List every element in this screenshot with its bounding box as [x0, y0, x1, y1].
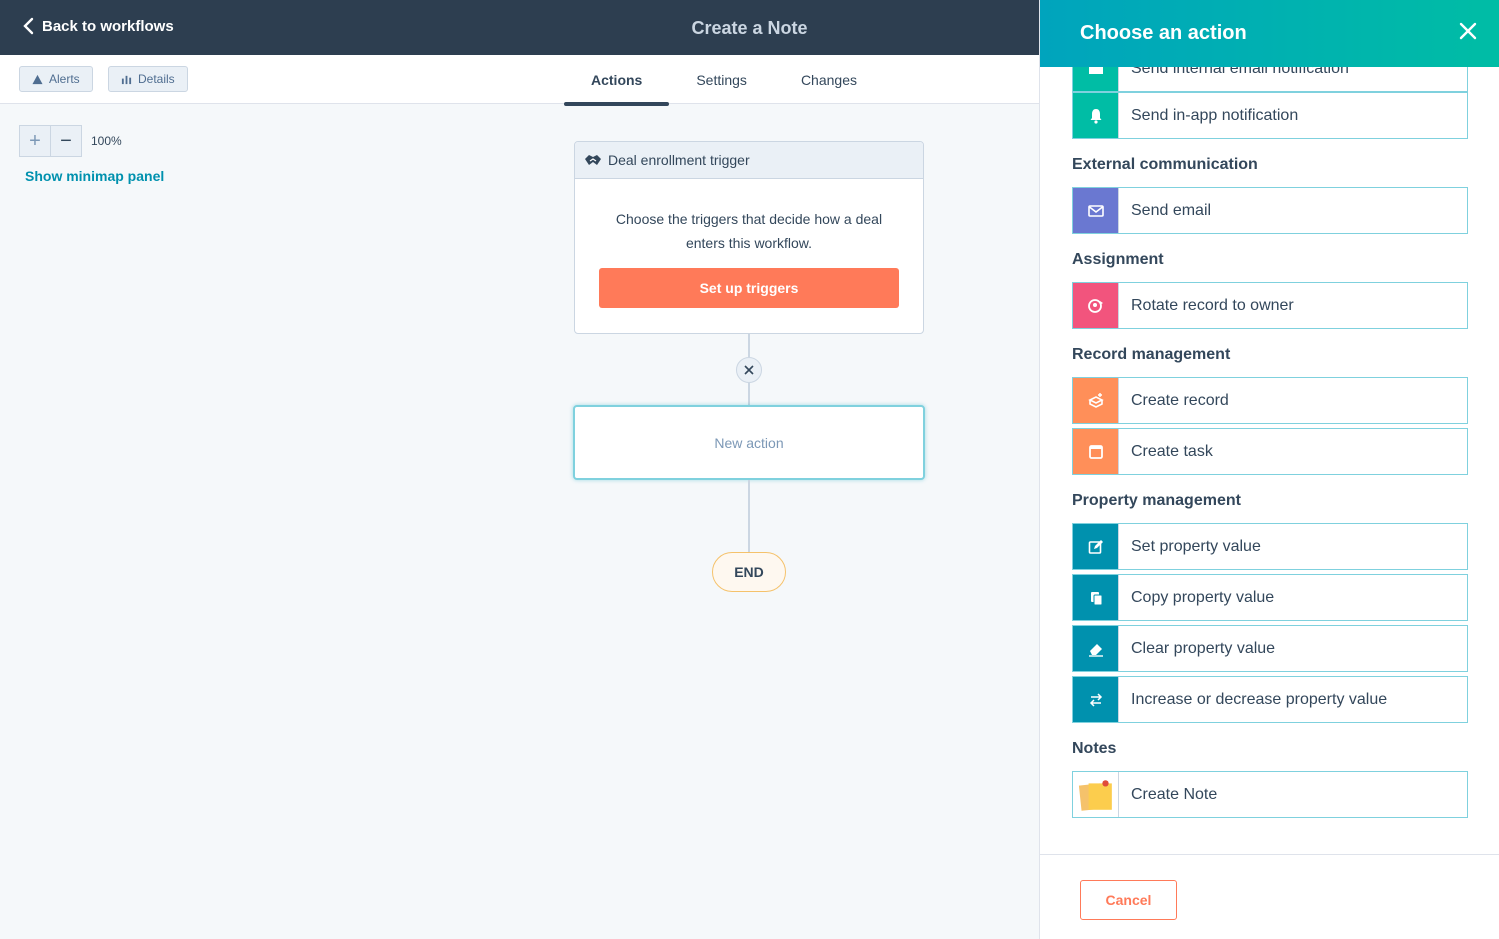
tab-settings[interactable]: Settings: [669, 55, 774, 104]
section-external-communication: External communication: [1072, 156, 1258, 173]
copy-icon: [1073, 575, 1118, 620]
action-label: Create task: [1118, 429, 1467, 474]
trigger-title: Deal enrollment trigger: [608, 152, 750, 168]
action-label: Send internal email notification: [1118, 67, 1467, 91]
sticky-note-icon: [1073, 772, 1118, 817]
action-clear-property-value[interactable]: Clear property value: [1072, 625, 1468, 672]
panel-title: Choose an action: [1080, 22, 1247, 44]
section-assignment: Assignment: [1072, 251, 1164, 268]
action-set-property-value[interactable]: Set property value: [1072, 523, 1468, 570]
action-label: Rotate record to owner: [1118, 283, 1467, 328]
section-property-management: Property management: [1072, 492, 1241, 509]
end-node: END: [712, 552, 786, 592]
action-send-in-app-notification[interactable]: Send in-app notification: [1072, 92, 1468, 139]
connector-line: [748, 383, 750, 405]
zoom-level: 100%: [91, 134, 122, 148]
handshake-icon: [585, 155, 601, 165]
section-record-management: Record management: [1072, 346, 1231, 363]
zoom-out-button[interactable]: −: [50, 125, 82, 157]
action-label: Send email: [1118, 188, 1467, 233]
zoom-in-button[interactable]: +: [19, 125, 51, 157]
create-record-icon: [1073, 378, 1118, 423]
task-icon: [1073, 429, 1118, 474]
action-label: Create record: [1118, 378, 1467, 423]
zoom-controls: + − 100%: [19, 125, 122, 157]
action-send-email[interactable]: Send email: [1072, 187, 1468, 234]
action-create-record[interactable]: Create record: [1072, 377, 1468, 424]
action-label: Send in-app notification: [1118, 93, 1467, 138]
close-icon: [744, 365, 754, 375]
enrollment-trigger-card[interactable]: Deal enrollment trigger Choose the trigg…: [574, 141, 924, 334]
action-send-internal-email[interactable]: Send internal email notification: [1072, 67, 1468, 92]
action-rotate-record-to-owner[interactable]: Rotate record to owner: [1072, 282, 1468, 329]
edit-icon: [1073, 524, 1118, 569]
trigger-description: Choose the triggers that decide how a de…: [615, 211, 883, 251]
tab-bar: Actions Settings Changes: [564, 55, 884, 106]
action-list: Send internal email notification Send in…: [1040, 67, 1499, 854]
choose-action-panel: Choose an action Send internal email not…: [1039, 0, 1499, 939]
action-label: Clear property value: [1118, 626, 1467, 671]
tab-actions[interactable]: Actions: [564, 55, 670, 106]
action-create-note[interactable]: Create Note: [1072, 771, 1468, 818]
panel-footer: Cancel: [1040, 854, 1499, 939]
connector-line: [748, 480, 750, 552]
action-label: Copy property value: [1118, 575, 1467, 620]
cancel-button[interactable]: Cancel: [1080, 880, 1177, 920]
tab-changes[interactable]: Changes: [774, 55, 884, 104]
internal-email-icon: [1073, 67, 1118, 91]
rotate-owner-icon: [1073, 283, 1118, 328]
details-button[interactable]: Details: [108, 66, 188, 92]
panel-header: Choose an action: [1040, 0, 1499, 67]
alerts-label: Alerts: [49, 72, 80, 86]
swap-arrows-icon: [1073, 677, 1118, 722]
action-label: Increase or decrease property value: [1118, 677, 1467, 722]
bar-chart-icon: [121, 75, 132, 84]
show-minimap-link[interactable]: Show minimap panel: [25, 168, 164, 184]
remove-connection-button[interactable]: [736, 357, 762, 383]
alerts-button[interactable]: Alerts: [19, 66, 93, 92]
close-icon[interactable]: [1458, 21, 1478, 41]
envelope-icon: [1073, 188, 1118, 233]
set-up-triggers-button[interactable]: Set up triggers: [599, 268, 899, 308]
details-label: Details: [138, 72, 175, 86]
section-notes: Notes: [1072, 740, 1117, 757]
action-label: Create Note: [1118, 772, 1467, 817]
trigger-header: Deal enrollment trigger: [575, 142, 923, 179]
connector-line: [748, 334, 750, 357]
new-action-node[interactable]: New action: [573, 405, 925, 480]
action-label: Set property value: [1118, 524, 1467, 569]
sub-header: Alerts Details Actions Settings Changes: [0, 55, 1040, 106]
action-create-task[interactable]: Create task: [1072, 428, 1468, 475]
warning-icon: [32, 74, 43, 84]
eraser-icon: [1073, 626, 1118, 671]
bell-icon: [1073, 93, 1118, 138]
action-copy-property-value[interactable]: Copy property value: [1072, 574, 1468, 621]
action-increase-decrease-property-value[interactable]: Increase or decrease property value: [1072, 676, 1468, 723]
